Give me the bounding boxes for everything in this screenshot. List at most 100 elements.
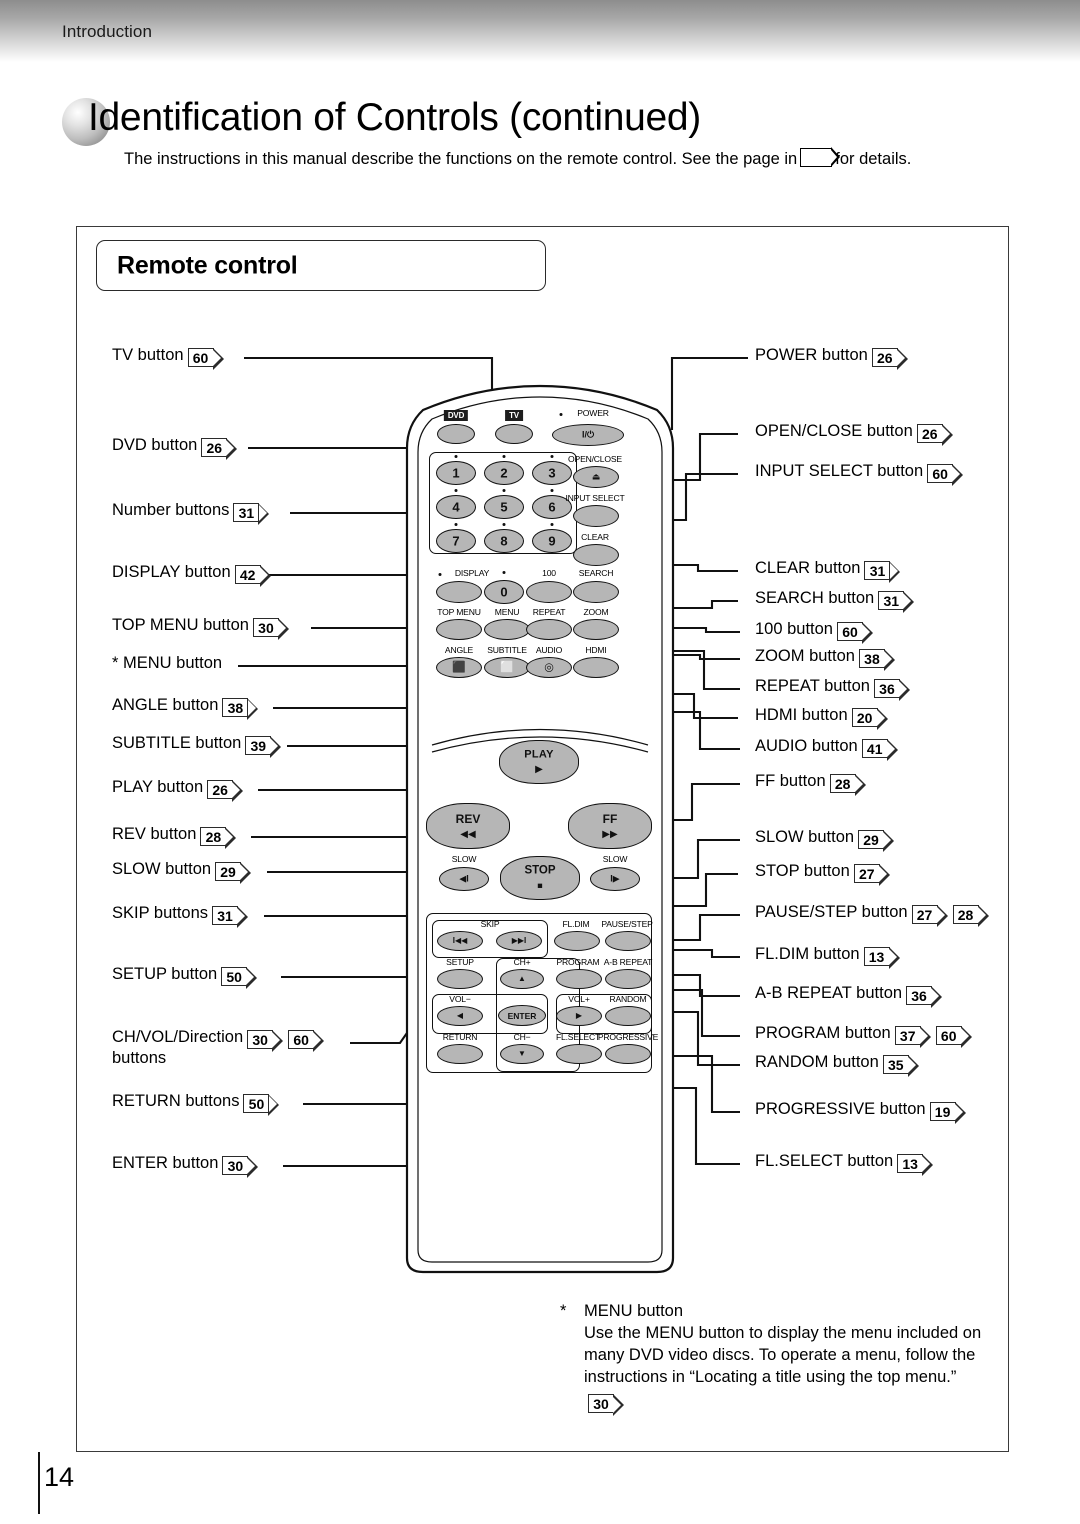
callout-left-chvol-line2: buttons xyxy=(112,1049,167,1067)
callout-right-audio-label: AUDIO button xyxy=(755,737,858,755)
remote-button-top-menu[interactable] xyxy=(436,619,482,640)
callout-left-display: DISPLAY button 42 xyxy=(112,563,272,587)
remote-button-input-select[interactable] xyxy=(573,505,619,527)
page-ref-tag-stop-0: 27 xyxy=(853,863,890,886)
remote-button-clear[interactable] xyxy=(573,544,619,566)
remote-button-vol-down[interactable]: ◀ xyxy=(437,1006,483,1026)
play-label: PLAY xyxy=(524,748,554,761)
remote-button-slow-reverse[interactable]: ◀I xyxy=(439,867,489,891)
page-ref-tag-ff-0: 28 xyxy=(829,773,866,796)
remote-button-pause-step[interactable] xyxy=(605,931,651,951)
number-dot-8-icon xyxy=(502,523,506,526)
callout-left-skip: SKIP buttons 31 xyxy=(112,904,249,928)
slow-forward-icon: I▶ xyxy=(610,873,620,884)
remote-button-number-4[interactable]: 4 xyxy=(436,495,476,519)
remote-button-ch-up[interactable]: ▲ xyxy=(500,969,544,989)
remote-button-angle[interactable]: ⬛ xyxy=(436,657,482,678)
page-ref-tag-hdmi-0: 20 xyxy=(851,707,888,730)
remote-button-hdmi[interactable] xyxy=(573,657,619,678)
callout-left-rev: REV button 28 xyxy=(112,825,237,849)
remote-caption-slow-left: SLOW xyxy=(451,854,477,864)
remote-button-number-1[interactable]: 1 xyxy=(436,461,476,485)
power-icon: I/⏻ xyxy=(581,429,595,440)
remote-button-menu[interactable] xyxy=(484,619,530,640)
remote-button-open-close[interactable]: ⏏ xyxy=(573,466,619,488)
callout-right-hundred: 100 button 60 xyxy=(755,620,874,644)
number-1-label: 1 xyxy=(452,465,460,481)
number-7-label: 7 xyxy=(452,533,460,549)
chevron-down-icon: ▼ xyxy=(518,1049,526,1058)
remote-button-100[interactable] xyxy=(526,581,572,603)
callout-right-random: RANDOM button 35 xyxy=(755,1053,920,1077)
remote-button-number-2[interactable]: 2 xyxy=(484,461,524,485)
remote-button-number-9[interactable]: 9 xyxy=(532,529,572,553)
number-4-label: 4 xyxy=(452,499,460,515)
callout-left-number: Number buttons 31 xyxy=(112,501,270,525)
page-ref-tag-setup-0: 50 xyxy=(221,966,258,989)
angle-camera-icon: ⬛ xyxy=(452,661,466,673)
subtitle-text-after: for details. xyxy=(835,150,912,168)
number-2-label: 2 xyxy=(500,465,508,481)
remote-button-zoom[interactable] xyxy=(573,619,619,640)
remote-button-rev[interactable]: REV ◀◀ xyxy=(426,803,510,849)
callout-right-pause-step: PAUSE/STEP button 27 28 xyxy=(755,903,990,927)
remote-button-number-5[interactable]: 5 xyxy=(484,495,524,519)
callout-left-subtitle: SUBTITLE button 39 xyxy=(112,734,282,758)
ff-icon: ▶▶ xyxy=(602,828,618,840)
callout-left-setup-label: SETUP button xyxy=(112,965,218,983)
remote-button-number-0[interactable]: 0 xyxy=(484,580,524,604)
footnote-heading: MENU button xyxy=(584,1302,684,1320)
chevron-right-icon: ▶ xyxy=(575,1011,583,1020)
remote-button-number-8[interactable]: 8 xyxy=(484,529,524,553)
remote-button-slow-forward[interactable]: I▶ xyxy=(590,867,640,891)
callout-right-power-label: POWER button xyxy=(755,346,868,364)
page-ref-tag-program-0: 37 xyxy=(894,1025,931,1048)
page-ref-tag-progressive-0: 19 xyxy=(929,1101,966,1124)
page-ref-tag-hundred-0: 60 xyxy=(837,621,873,644)
remote-button-stop[interactable]: STOP ■ xyxy=(500,856,580,900)
callout-right-slow-label: SLOW button xyxy=(755,828,855,846)
remote-caption-display: DISPLAY xyxy=(454,568,490,578)
remote-button-progressive[interactable] xyxy=(605,1044,651,1064)
remote-button-program[interactable] xyxy=(556,969,602,989)
remote-button-power[interactable]: I/⏻ xyxy=(552,424,624,446)
power-indicator-dot-icon xyxy=(559,413,563,416)
remote-button-play[interactable]: PLAY ▶ xyxy=(499,740,579,784)
remote-button-number-7[interactable]: 7 xyxy=(436,529,476,553)
remote-button-repeat[interactable] xyxy=(526,619,572,640)
remote-button-skip-previous[interactable]: I◀◀ xyxy=(437,931,483,951)
play-icon: ▶ xyxy=(535,763,543,775)
remote-button-dvd[interactable] xyxy=(437,424,475,444)
callout-right-slow: SLOW button 29 xyxy=(755,828,895,852)
remote-button-search[interactable] xyxy=(573,581,619,603)
callout-right-search: SEARCH button 31 xyxy=(755,589,915,613)
remote-button-number-3[interactable]: 3 xyxy=(532,461,572,485)
remote-button-tv[interactable] xyxy=(495,424,533,444)
callout-right-progressive: PROGRESSIVE button 19 xyxy=(755,1100,967,1124)
remote-button-fl-dim[interactable] xyxy=(554,931,600,951)
remote-button-audio[interactable]: ◎ xyxy=(526,657,572,678)
callout-left-play-label: PLAY button xyxy=(112,778,204,796)
remote-button-fl-select[interactable] xyxy=(556,1044,602,1064)
remote-button-skip-next[interactable]: ▶▶I xyxy=(496,931,542,951)
remote-button-enter[interactable]: ENTER xyxy=(498,1005,546,1026)
remote-button-display[interactable] xyxy=(436,581,482,603)
footnote-asterisk: * xyxy=(560,1302,567,1320)
remote-caption-random: RANDOM xyxy=(609,994,647,1004)
remote-button-ab-repeat[interactable] xyxy=(605,969,651,989)
callout-right-clear-label: CLEAR button xyxy=(755,559,861,577)
page-ref-tag-chvol-0: 30 xyxy=(247,1029,284,1052)
remote-caption-clear: CLEAR xyxy=(581,532,609,542)
remote-button-ch-down[interactable]: ▼ xyxy=(500,1044,544,1064)
remote-button-setup[interactable] xyxy=(437,969,483,989)
remote-caption-menu: MENU xyxy=(494,607,520,617)
page-ref-tag-pause-step-1: 28 xyxy=(952,904,989,927)
remote-button-subtitle[interactable]: ⬜ xyxy=(484,657,530,678)
remote-caption-program: PROGRAM xyxy=(556,957,600,967)
remote-button-ff[interactable]: FF ▶▶ xyxy=(568,803,652,849)
remote-button-vol-up[interactable]: ▶ xyxy=(556,1006,602,1026)
remote-button-return[interactable] xyxy=(437,1044,483,1064)
remote-caption-repeat: REPEAT xyxy=(532,607,566,617)
remote-button-random[interactable] xyxy=(605,1006,651,1026)
page-ref-tag-slow-0: 29 xyxy=(215,861,252,884)
